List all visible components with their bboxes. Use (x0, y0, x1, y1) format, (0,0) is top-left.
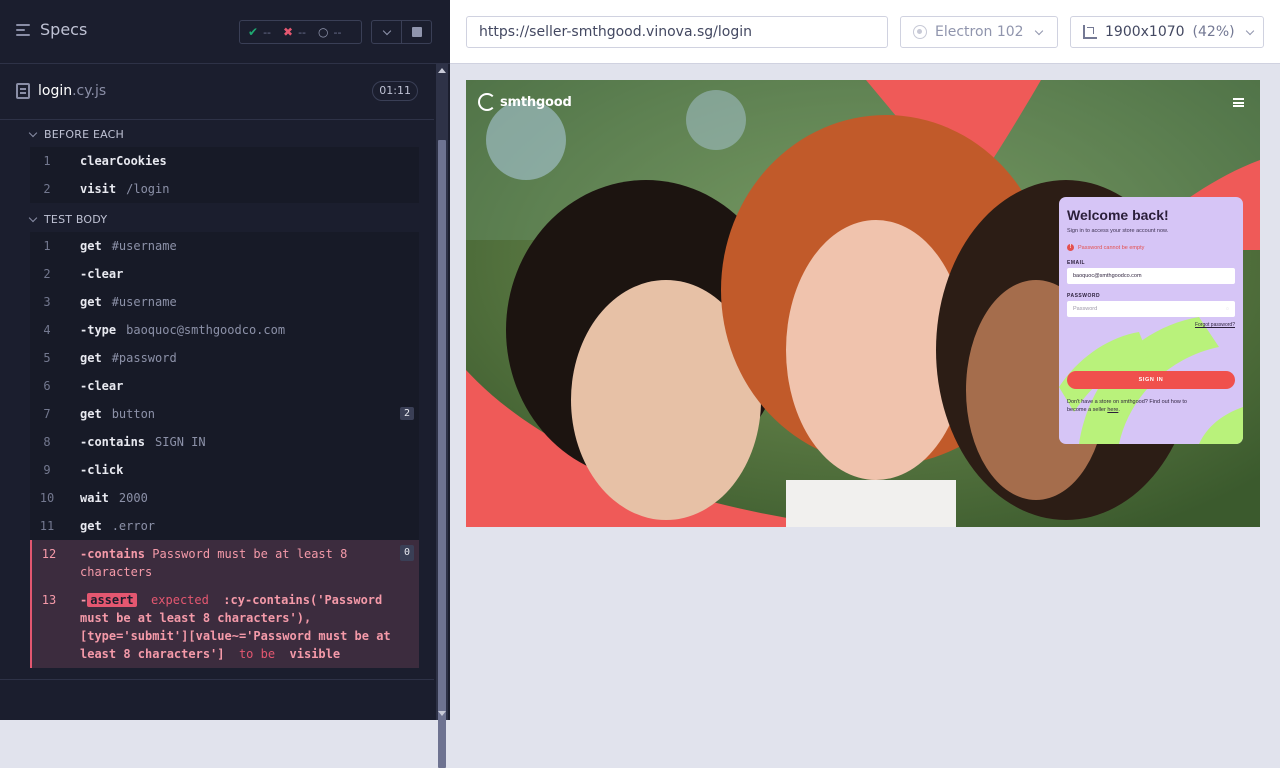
email-label: EMAIL (1067, 260, 1086, 266)
element-count-badge: 2 (399, 407, 414, 420)
viewport-zoom: (42%) (1192, 24, 1235, 40)
chevron-down-icon (382, 26, 391, 35)
scroll-thumb[interactable] (438, 140, 446, 768)
command-row[interactable]: 8 -contains SIGN IN (30, 428, 419, 456)
hook-title: TEST BODY (44, 212, 108, 226)
chevron-down-icon (1034, 26, 1043, 35)
password-label: PASSWORD (1067, 293, 1101, 299)
browser-label: Electron 102 (935, 24, 1024, 40)
x-icon: ✖ (283, 25, 294, 39)
failed-commands: 12 -contains Password must be at least 8… (30, 540, 419, 668)
sign-in-button[interactable]: SIGN IN (1067, 371, 1235, 389)
password-field[interactable]: Password ◌ (1067, 301, 1235, 317)
scroll-down-icon[interactable] (438, 711, 446, 716)
hook-before-each[interactable]: BEFORE EACH (0, 121, 434, 147)
stop-button[interactable] (401, 21, 431, 43)
command-row-assert[interactable]: 13 - assert expected :cy-contains('Passwo… (32, 586, 419, 668)
command-row[interactable]: 1 get #username (30, 232, 419, 260)
ruler-icon (1083, 25, 1097, 39)
passed-stat: ✔ -- (248, 25, 272, 39)
spec-title-row[interactable]: login.cy.js 01:11 (0, 64, 434, 120)
command-row[interactable]: 9 -click (30, 456, 419, 484)
command-row[interactable]: 1 clearCookies (30, 147, 419, 175)
element-count-badge: 0 (399, 545, 414, 561)
aut-header: https://seller-smthgood.vinova.sg/login … (450, 0, 1280, 64)
email-field[interactable]: baoquoc@smthgoodco.com (1067, 268, 1235, 284)
specs-label: Specs (40, 20, 88, 39)
login-card: Welcome back! Sign in to access your sto… (1059, 197, 1243, 444)
spec-name: login (38, 83, 73, 99)
card-content: Welcome back! Sign in to access your sto… (1067, 207, 1235, 414)
reporter-scrollbar[interactable] (436, 64, 448, 768)
card-title: Welcome back! (1067, 207, 1169, 223)
document-icon (16, 83, 30, 99)
command-row[interactable]: 2 visit/login (30, 175, 419, 203)
hook-title: BEFORE EACH (44, 127, 125, 141)
logo-icon (478, 93, 496, 111)
test-body-commands: 1 get #username 2 -clear 3 get #username 4 -ty… (30, 232, 419, 668)
reporter-panel: Specs ✔ -- ✖ -- ○ -- login.cy.js 01:11 BEFO… (0, 0, 450, 768)
check-icon: ✔ (248, 25, 259, 39)
error-message: ! Password cannot be empty (1067, 244, 1235, 251)
site-logo[interactable]: smthgood (478, 93, 572, 111)
run-stats: ✔ -- ✖ -- ○ -- (239, 20, 362, 44)
command-log: BEFORE EACH 1 clearCookies 2 visit/login T… (0, 121, 434, 678)
aut-iframe: smthgood Welcome back! Sign in to access… (466, 80, 1260, 527)
electron-icon (913, 25, 927, 39)
before-each-commands: 1 clearCookies 2 visit/login (30, 147, 419, 203)
signup-prompt: Don't have a store on smthgood? Find out… (1067, 399, 1187, 413)
reporter-footer-divider (0, 679, 434, 680)
list-icon (16, 23, 32, 37)
url-bar[interactable]: https://seller-smthgood.vinova.sg/login (466, 16, 888, 48)
become-seller-link[interactable]: here (1107, 407, 1118, 413)
browser-selector[interactable]: Electron 102 (900, 16, 1058, 48)
command-row-failed[interactable]: 12 -contains Password must be at least 8… (32, 540, 419, 586)
reporter-header: Specs ✔ -- ✖ -- ○ -- (0, 0, 450, 64)
assert-tag: assert (87, 593, 137, 607)
forgot-password-link[interactable]: Forgot password? (1067, 322, 1235, 328)
command-row[interactable]: 4 -type baoquoc@smthgoodco.com (30, 316, 419, 344)
run-controls (371, 20, 432, 44)
command-row[interactable]: 5 get #password (30, 344, 419, 372)
command-row[interactable]: 11 get .error (30, 512, 419, 540)
error-icon: ! (1067, 244, 1074, 251)
spec-duration: 01:11 (372, 81, 418, 101)
spinner-icon: ○ (318, 25, 329, 39)
specs-button[interactable]: Specs (16, 20, 87, 39)
command-row[interactable]: 7 get button 2 (30, 400, 419, 428)
chevron-down-icon (28, 213, 38, 222)
failed-stat: ✖ -- (283, 25, 307, 39)
eye-icon[interactable]: ◌ (1226, 301, 1229, 317)
spec-file: login.cy.js (16, 83, 106, 99)
scroll-up-icon[interactable] (438, 68, 446, 73)
logo-text: smthgood (500, 94, 572, 110)
chevron-down-icon (1245, 26, 1254, 35)
command-row[interactable]: 2 -clear (30, 260, 419, 288)
spec-extension: .cy.js (72, 83, 107, 99)
hook-test-body[interactable]: TEST BODY (0, 206, 434, 232)
command-row[interactable]: 3 get #username (30, 288, 419, 316)
command-row[interactable]: 10 wait 2000 (30, 484, 419, 512)
collapse-button[interactable] (372, 21, 401, 43)
card-subtitle: Sign in to access your store account now… (1067, 228, 1169, 234)
command-row[interactable]: 6 -clear (30, 372, 419, 400)
hamburger-menu-icon[interactable] (1233, 98, 1244, 107)
chevron-down-icon (28, 128, 38, 137)
stop-icon (411, 27, 422, 37)
viewport-selector[interactable]: 1900x1070 (42%) (1070, 16, 1264, 48)
pending-stat: ○ -- (318, 25, 342, 39)
viewport-size: 1900x1070 (1105, 24, 1185, 40)
